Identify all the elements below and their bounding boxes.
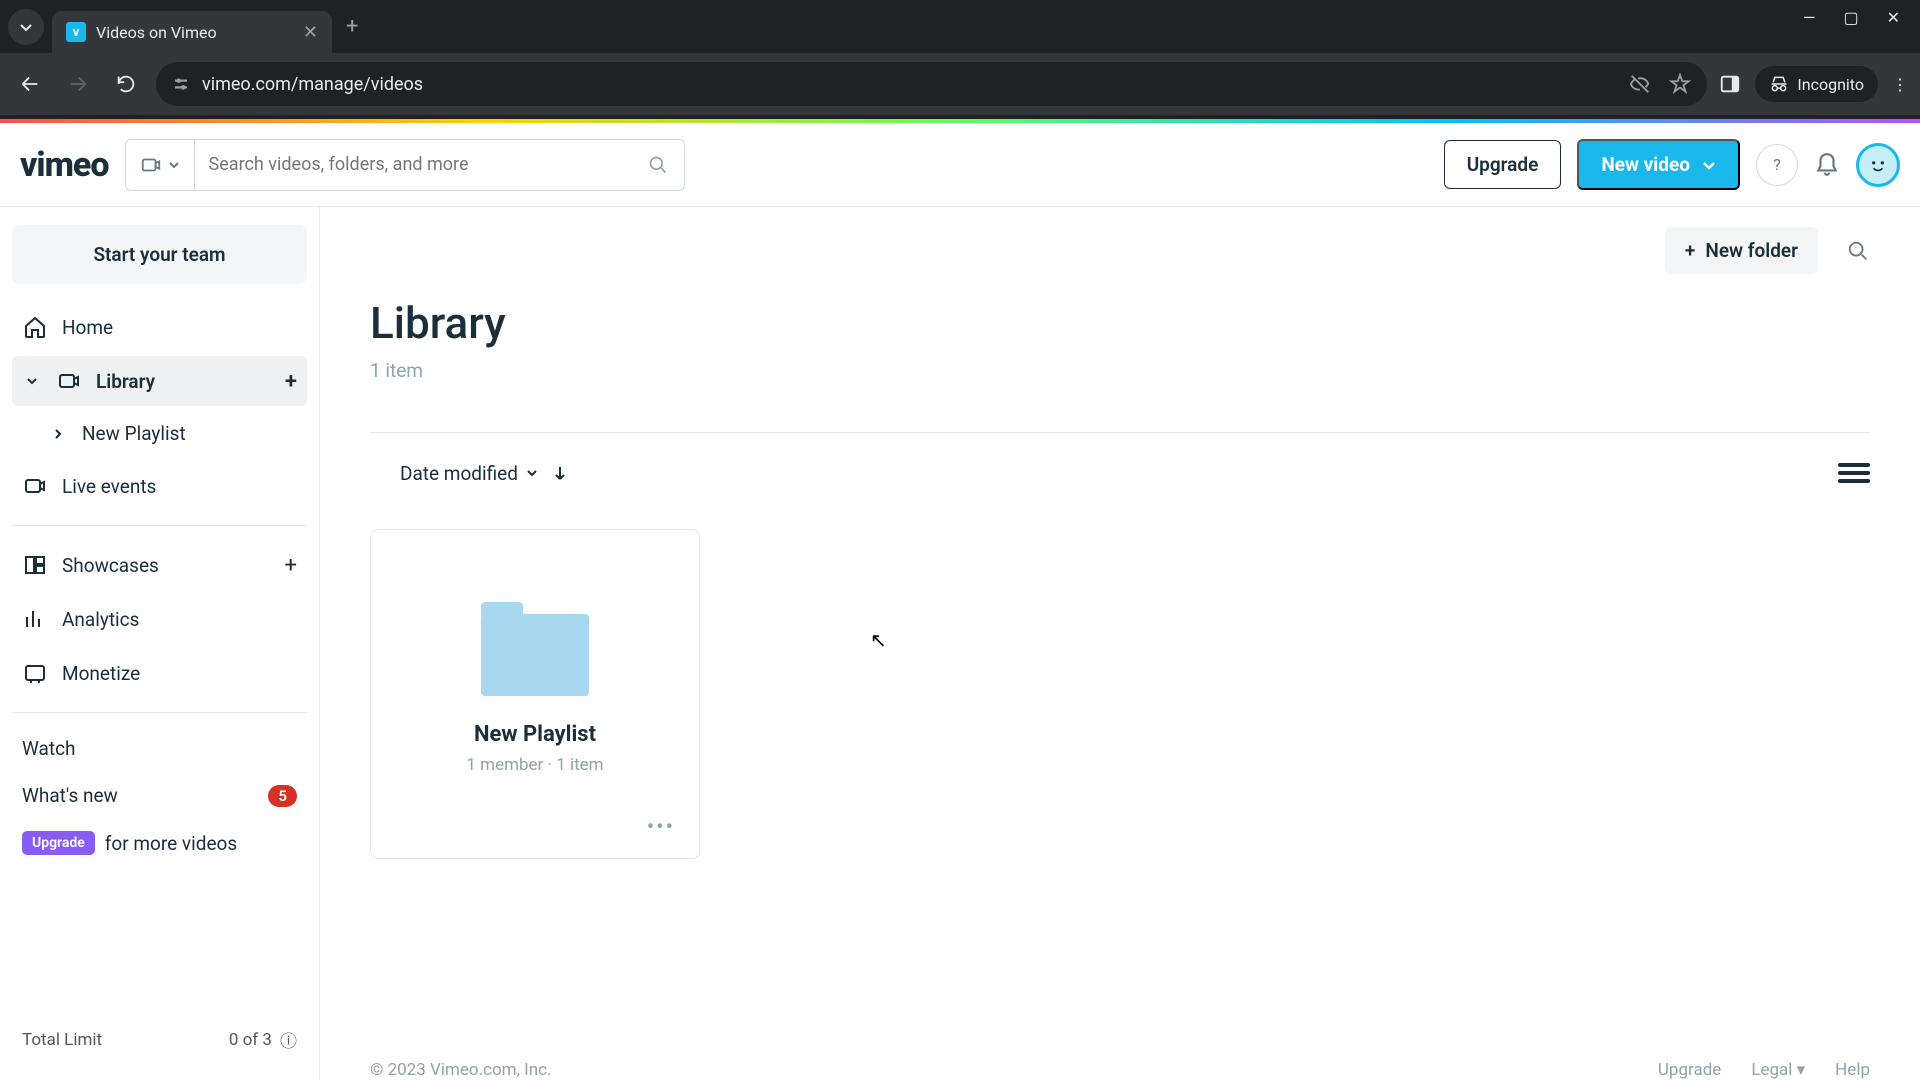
tab-search-button[interactable]	[8, 9, 44, 45]
close-tab-icon[interactable]: ✕	[303, 22, 318, 43]
search-scope-button[interactable]	[126, 140, 195, 190]
incognito-icon	[1769, 74, 1789, 94]
chevron-down-icon	[168, 159, 180, 171]
total-limit: Total Limit 0 of 3 ⓘ	[12, 1017, 307, 1062]
content-search-button[interactable]	[1836, 229, 1880, 273]
sidebar-item-analytics[interactable]: Analytics	[12, 594, 307, 644]
footer-legal-link[interactable]: Legal ▾	[1751, 1060, 1805, 1080]
upgrade-button[interactable]: Upgrade	[1444, 140, 1562, 189]
reload-icon	[115, 73, 137, 95]
page-title: Library	[370, 297, 1870, 349]
footer-links: Upgrade Legal ▾ Help	[1658, 1060, 1870, 1080]
url-box[interactable]: vimeo.com/manage/videos	[156, 62, 1707, 106]
item-count: 1 item	[370, 359, 1870, 382]
footer-copyright: © 2023 Vimeo.com, Inc.	[370, 1060, 552, 1080]
tab-bar: v Videos on Vimeo ✕ + — ▢ ✕	[0, 0, 1920, 53]
divider	[12, 525, 307, 526]
library-icon	[56, 368, 82, 394]
browser-tab[interactable]: v Videos on Vimeo ✕	[52, 11, 332, 53]
vimeo-logo[interactable]: vimeo	[20, 145, 109, 185]
start-team-button[interactable]: Start your team	[12, 225, 307, 284]
sort-row: Date modified	[370, 432, 1870, 489]
incognito-indicator[interactable]: Incognito	[1755, 66, 1878, 102]
arrow-right-icon	[67, 73, 89, 95]
browser-chrome: v Videos on Vimeo ✕ + — ▢ ✕ vimeo.com/ma…	[0, 0, 1920, 119]
folder-meta: 1 member · 1 item	[466, 755, 603, 775]
forward-button[interactable]	[60, 66, 96, 102]
close-window-button[interactable]: ✕	[1887, 8, 1900, 27]
chevron-down-icon	[19, 20, 33, 34]
sidebar-item-showcases[interactable]: Showcases +	[12, 540, 307, 590]
face-icon	[1865, 152, 1891, 178]
home-icon	[22, 314, 48, 340]
bell-icon	[1814, 152, 1840, 178]
info-icon[interactable]: ⓘ	[280, 1027, 297, 1052]
folder-name: New Playlist	[474, 722, 596, 747]
sidebar-link-watch[interactable]: Watch	[12, 727, 307, 770]
footer-help-link[interactable]: Help	[1835, 1060, 1870, 1080]
sidebar: Start your team Home Library + New Playl…	[0, 207, 320, 1080]
chevron-right-icon[interactable]	[48, 427, 68, 441]
app-header: vimeo Upgrade New video ?	[0, 123, 1920, 207]
sidebar-upgrade-row[interactable]: Upgrade for more videos	[12, 821, 307, 865]
search-bar	[125, 139, 685, 191]
chevron-down-icon[interactable]	[22, 374, 42, 388]
site-settings-icon[interactable]	[172, 75, 190, 93]
notifications-button[interactable]	[1814, 152, 1840, 178]
new-video-button[interactable]: New video	[1577, 139, 1740, 190]
library-add-button[interactable]: +	[285, 369, 297, 394]
video-icon	[140, 154, 162, 176]
sidebar-link-whats-new[interactable]: What's new 5	[12, 774, 307, 817]
view-list-button[interactable]	[1838, 457, 1870, 489]
folder-card[interactable]: New Playlist 1 member · 1 item •••	[370, 529, 700, 859]
bookmark-star-icon[interactable]	[1669, 73, 1691, 95]
sort-direction-button[interactable]	[552, 465, 568, 481]
whats-new-badge: 5	[268, 785, 297, 807]
maximize-button[interactable]: ▢	[1843, 8, 1858, 27]
browser-menu-button[interactable]: ⋮	[1892, 75, 1908, 94]
user-avatar[interactable]	[1856, 143, 1900, 187]
address-bar: vimeo.com/manage/videos Incognito ⋮	[0, 53, 1920, 115]
sort-button[interactable]: Date modified	[400, 462, 538, 485]
divider	[12, 712, 307, 713]
minimize-button[interactable]: —	[1803, 8, 1816, 27]
footer-upgrade-link[interactable]: Upgrade	[1658, 1060, 1721, 1080]
folder-icon	[481, 614, 589, 696]
new-tab-button[interactable]: +	[346, 14, 358, 39]
help-button[interactable]: ?	[1756, 144, 1798, 186]
new-folder-button[interactable]: + New folder	[1665, 227, 1818, 274]
showcases-add-button[interactable]: +	[285, 553, 297, 578]
main-content: + New folder Library 1 item Date modifie…	[320, 207, 1920, 1080]
side-panel-icon[interactable]	[1719, 73, 1741, 95]
sidebar-item-monetize[interactable]: Monetize	[12, 648, 307, 698]
sidebar-item-new-playlist[interactable]: New Playlist	[38, 410, 307, 457]
analytics-icon	[22, 606, 48, 632]
tab-title: Videos on Vimeo	[96, 23, 293, 42]
search-button[interactable]	[632, 155, 684, 175]
search-icon	[648, 155, 668, 175]
showcases-icon	[22, 552, 48, 578]
items-grid: New Playlist 1 member · 1 item •••	[370, 529, 1870, 859]
monetize-icon	[22, 660, 48, 686]
reload-button[interactable]	[108, 66, 144, 102]
live-icon	[22, 473, 48, 499]
search-input[interactable]	[195, 140, 632, 190]
plus-icon: +	[1685, 239, 1695, 262]
vimeo-favicon: v	[66, 22, 86, 42]
sidebar-item-library[interactable]: Library +	[12, 356, 307, 406]
back-button[interactable]	[12, 66, 48, 102]
sidebar-item-live-events[interactable]: Live events	[12, 461, 307, 511]
chevron-down-icon	[1702, 158, 1716, 172]
arrow-left-icon	[19, 73, 41, 95]
sidebar-item-home[interactable]: Home	[12, 302, 307, 352]
search-icon	[1847, 240, 1869, 262]
upgrade-pill: Upgrade	[22, 831, 95, 855]
eye-off-icon[interactable]	[1629, 73, 1651, 95]
arrow-down-icon	[552, 465, 568, 481]
chevron-down-icon	[526, 467, 538, 479]
card-menu-button[interactable]: •••	[647, 815, 675, 840]
url-text: vimeo.com/manage/videos	[202, 74, 1617, 95]
